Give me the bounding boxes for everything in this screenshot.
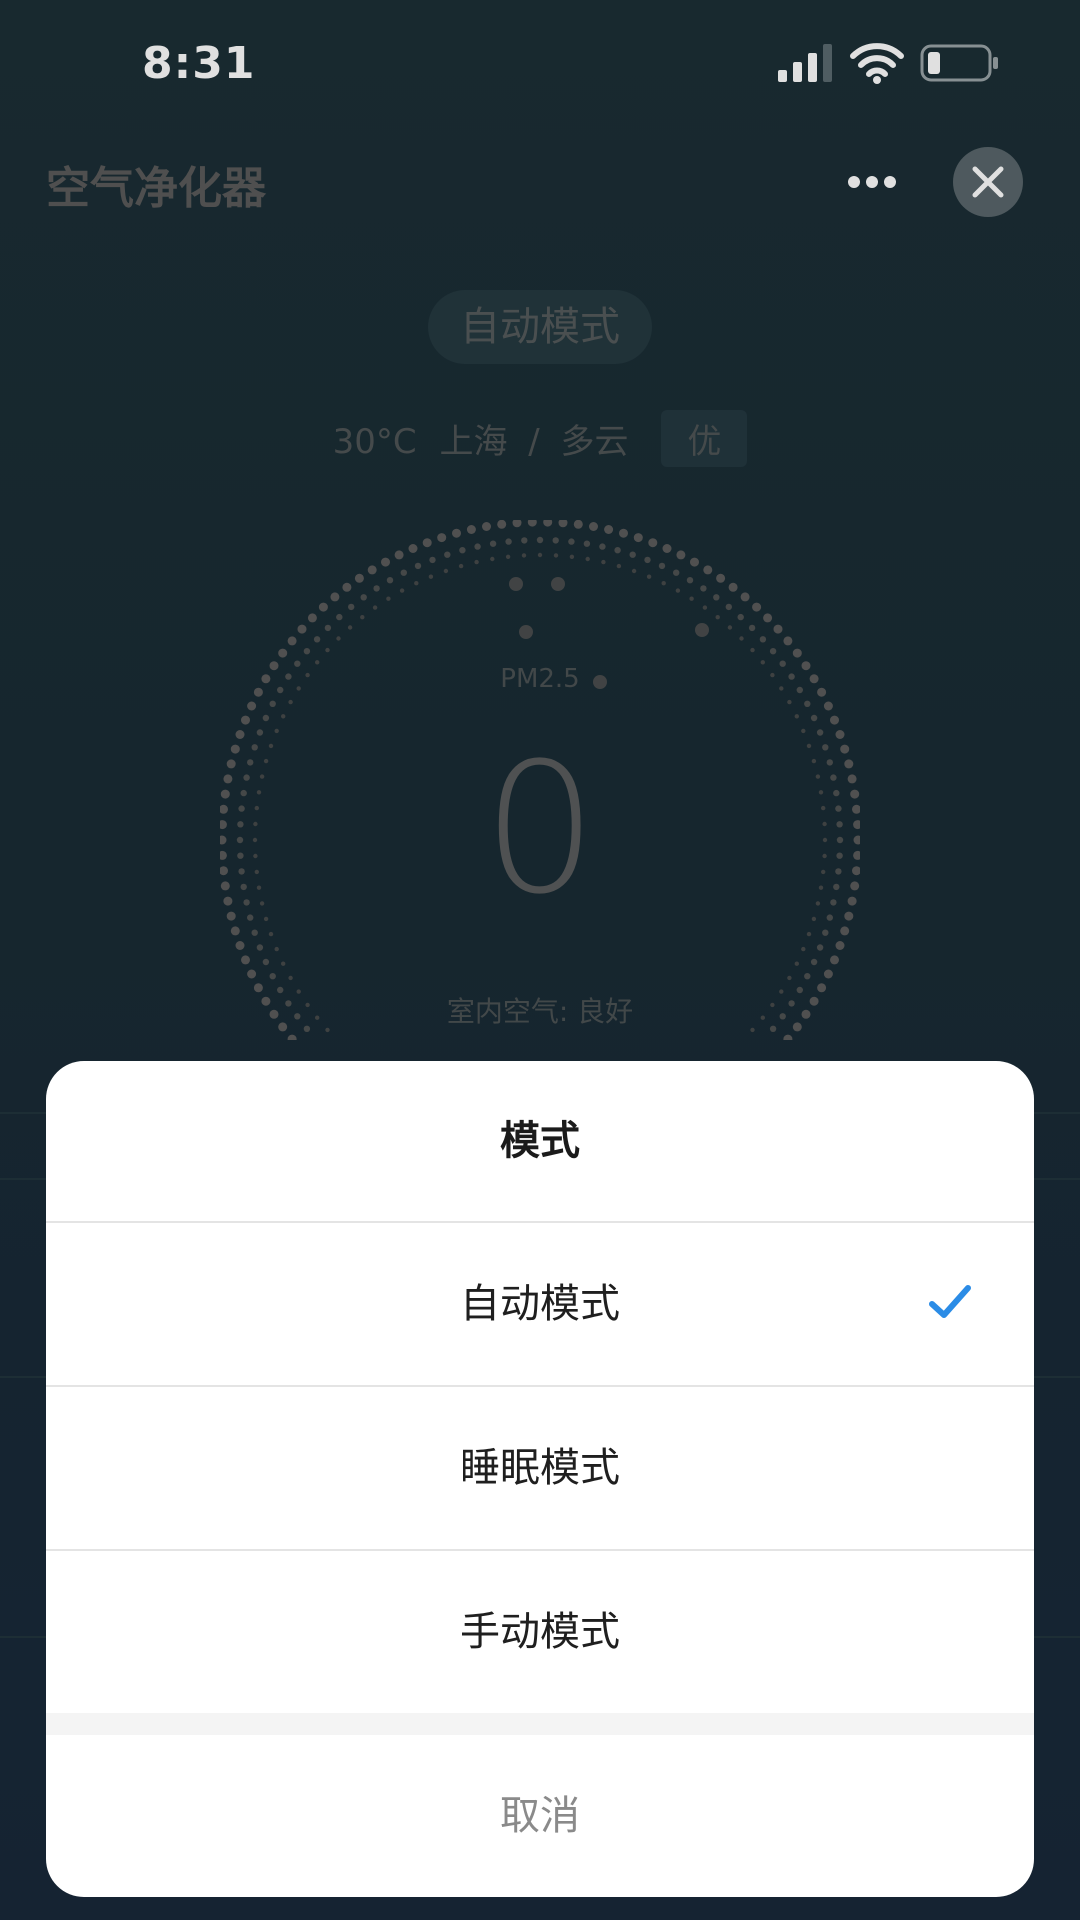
- checkmark-icon: [929, 1285, 971, 1318]
- option-manual-mode[interactable]: 手动模式: [46, 1551, 1034, 1713]
- option-sleep-mode[interactable]: 睡眠模式: [46, 1387, 1034, 1551]
- sheet-gap: [46, 1713, 1034, 1735]
- option-label: 睡眠模式: [460, 1445, 620, 1491]
- cancel-button[interactable]: 取消: [46, 1735, 1034, 1897]
- mode-action-sheet: 模式 自动模式 睡眠模式 手动模式 取消: [46, 1061, 1034, 1897]
- option-auto-mode[interactable]: 自动模式: [46, 1223, 1034, 1387]
- sheet-title: 模式: [46, 1061, 1034, 1223]
- option-label: 手动模式: [460, 1609, 620, 1655]
- option-label: 自动模式: [460, 1281, 620, 1327]
